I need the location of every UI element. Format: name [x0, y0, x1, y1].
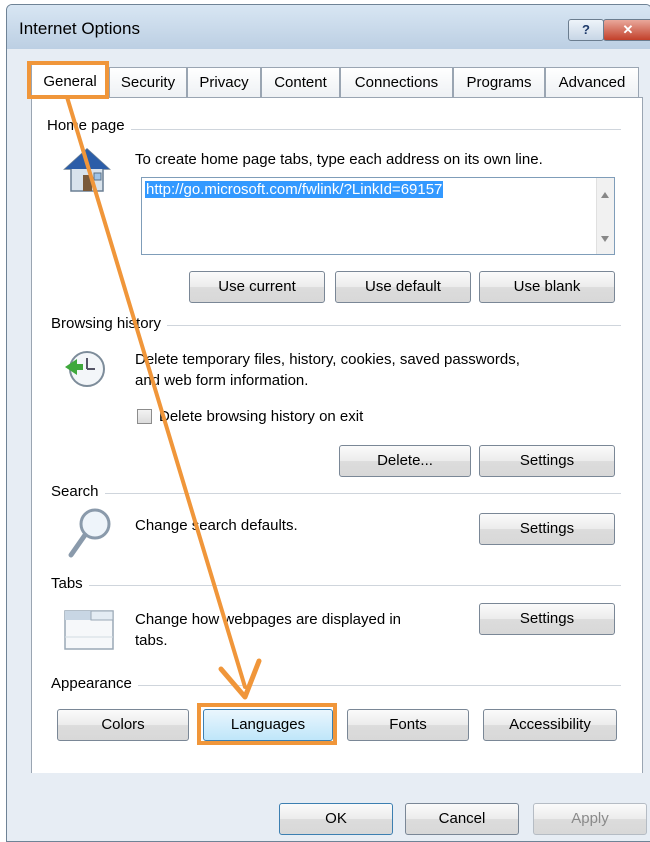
tabs-description-line2: tabs. [135, 632, 168, 649]
search-divider [51, 493, 621, 494]
use-current-button[interactable]: Use current [189, 271, 325, 303]
use-blank-button[interactable]: Use blank [479, 271, 615, 303]
internet-options-window: Internet Options ? ✕ General Security Pr… [6, 4, 650, 842]
tabs-divider [51, 585, 621, 586]
use-default-button[interactable]: Use default [335, 271, 471, 303]
general-tab-highlight [27, 61, 109, 99]
search-description: Change search defaults. [135, 517, 298, 534]
home-page-description: To create home page tabs, type each addr… [135, 151, 543, 168]
home-page-label: Home page [47, 117, 131, 134]
help-icon: ? [582, 22, 590, 37]
accessibility-button[interactable]: Accessibility [483, 709, 617, 741]
colors-button[interactable]: Colors [57, 709, 189, 741]
magnifier-icon [68, 508, 111, 558]
history-settings-button[interactable]: Settings [479, 445, 615, 477]
home-page-url-text: http://go.microsoft.com/fwlink/?LinkId=6… [145, 181, 444, 198]
tabs-settings-button[interactable]: Settings [479, 603, 615, 635]
delete-history-on-exit-checkbox[interactable] [137, 409, 152, 424]
ok-button[interactable]: OK [279, 803, 393, 835]
tab-security[interactable]: Security [109, 67, 187, 97]
browsing-history-description-line1: Delete temporary files, history, cookies… [135, 351, 520, 368]
cancel-button[interactable]: Cancel [405, 803, 519, 835]
tab-privacy[interactable]: Privacy [187, 67, 261, 97]
fonts-button[interactable]: Fonts [347, 709, 469, 741]
appearance-label: Appearance [51, 675, 138, 692]
window-title: Internet Options [19, 19, 140, 38]
browsing-history-label: Browsing history [51, 315, 168, 332]
close-icon: ✕ [622, 22, 634, 37]
search-settings-button[interactable]: Settings [479, 513, 615, 545]
tab-programs[interactable]: Programs [453, 67, 545, 97]
delete-history-on-exit-label[interactable]: Delete browsing history on exit [159, 406, 363, 427]
tabs-label: Tabs [51, 575, 89, 592]
help-button[interactable]: ? [568, 19, 604, 41]
tab-connections[interactable]: Connections [340, 67, 453, 97]
title-bar: Internet Options ? ✕ [7, 5, 650, 49]
history-clock-icon [65, 351, 105, 387]
tab-advanced[interactable]: Advanced [545, 67, 639, 97]
home-page-url-textarea[interactable]: http://go.microsoft.com/fwlink/?LinkId=6… [141, 177, 615, 255]
tabs-window-icon [64, 610, 114, 650]
scroll-down-icon[interactable] [601, 236, 609, 242]
scroll-up-icon[interactable] [601, 192, 609, 198]
dialog-footer: OK Cancel Apply [7, 773, 650, 841]
languages-button-highlight [197, 703, 337, 745]
close-button[interactable]: ✕ [603, 19, 650, 41]
browsing-history-description-line2: and web form information. [135, 372, 309, 389]
apply-button[interactable]: Apply [533, 803, 647, 835]
tabs-description-line1: Change how webpages are displayed in [135, 611, 402, 628]
search-label: Search [51, 483, 105, 500]
house-icon [63, 147, 111, 192]
url-scrollbar[interactable] [596, 178, 614, 254]
tab-content[interactable]: Content [261, 67, 340, 97]
delete-history-button[interactable]: Delete... [339, 445, 471, 477]
home-page-divider [47, 129, 621, 130]
